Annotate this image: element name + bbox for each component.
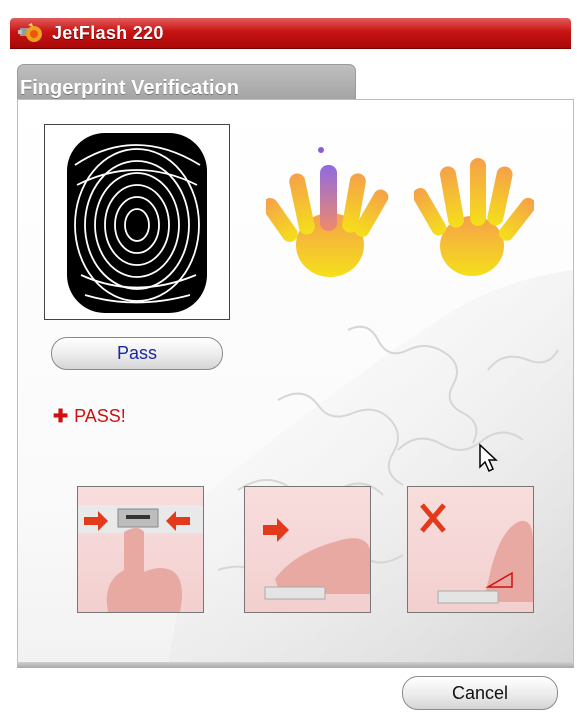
instruction-wrong [407, 486, 534, 613]
left-hand-icon [266, 147, 389, 277]
window-title: JetFlash 220 [52, 23, 164, 43]
swipe-finger-icon [263, 518, 370, 600]
fingerprint-icon [67, 133, 207, 313]
plus-icon: ✚ [53, 406, 69, 426]
cancel-button-label: Cancel [451, 683, 509, 703]
right-hand-icon [414, 158, 534, 276]
title-bar: JetFlash 220 [10, 18, 571, 49]
panel-bottom-bar [17, 662, 574, 668]
press-finger-icon [78, 505, 203, 612]
status-message: ✚ PASS! [53, 406, 126, 427]
pass-button-label: Pass [116, 343, 158, 363]
instruction-swipe [244, 486, 371, 613]
pass-button[interactable]: Pass [51, 337, 223, 370]
status-text: PASS! [74, 406, 126, 426]
cancel-button[interactable]: Cancel [402, 676, 558, 710]
instruction-press [77, 486, 204, 613]
wrong-angle-icon [420, 503, 533, 604]
tab-label: Fingerprint Verification [20, 77, 239, 99]
fingerprint-image [44, 124, 230, 320]
mouse-cursor-icon [479, 443, 498, 473]
app-icon [18, 22, 44, 44]
